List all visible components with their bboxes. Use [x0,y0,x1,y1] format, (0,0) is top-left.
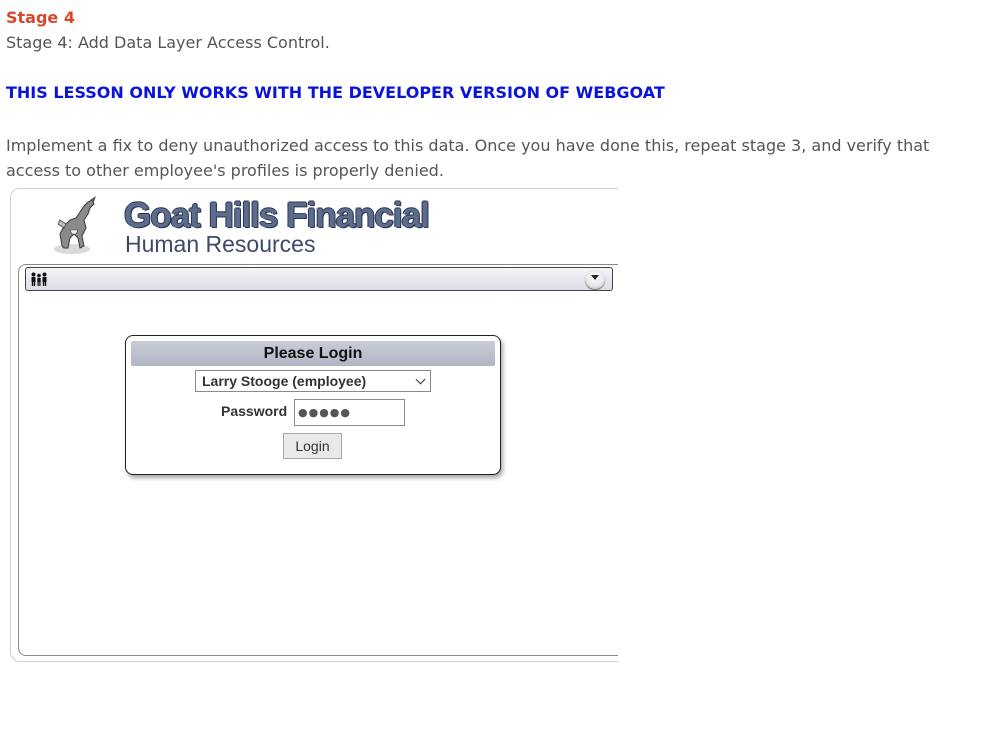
menu-expand-button[interactable] [585,269,605,289]
login-button[interactable]: Login [283,433,342,459]
login-title: Please Login [131,341,495,366]
chevron-down-icon [591,275,599,280]
brand-subtitle: Human Resources [125,231,316,257]
menu-bar [25,267,613,291]
stage-heading: Stage 4 [6,8,75,27]
lesson-instructions: Implement a fix to deny unauthorized acc… [6,136,930,180]
developer-version-warning: THIS LESSON ONLY WORKS WITH THE DEVELOPE… [6,83,665,102]
people-icon[interactable] [30,272,48,286]
stage-subtitle: Stage 4: Add Data Layer Access Control. [6,33,330,52]
app-content-panel: Please Login Larry Stooge (employee) Pas… [18,264,618,656]
chevron-down-icon [415,374,426,385]
employee-select[interactable]: Larry Stooge (employee) [195,370,431,392]
password-label: Password [221,403,288,419]
goat-logo-icon [54,196,96,254]
employee-select-value: Larry Stooge (employee) [202,373,367,389]
password-input[interactable]: ●●●●● [294,399,405,426]
webgoat-app-frame: Goat Hills Financial Human Resources Ple… [10,188,618,664]
login-panel: Please Login Larry Stooge (employee) Pas… [125,335,501,475]
